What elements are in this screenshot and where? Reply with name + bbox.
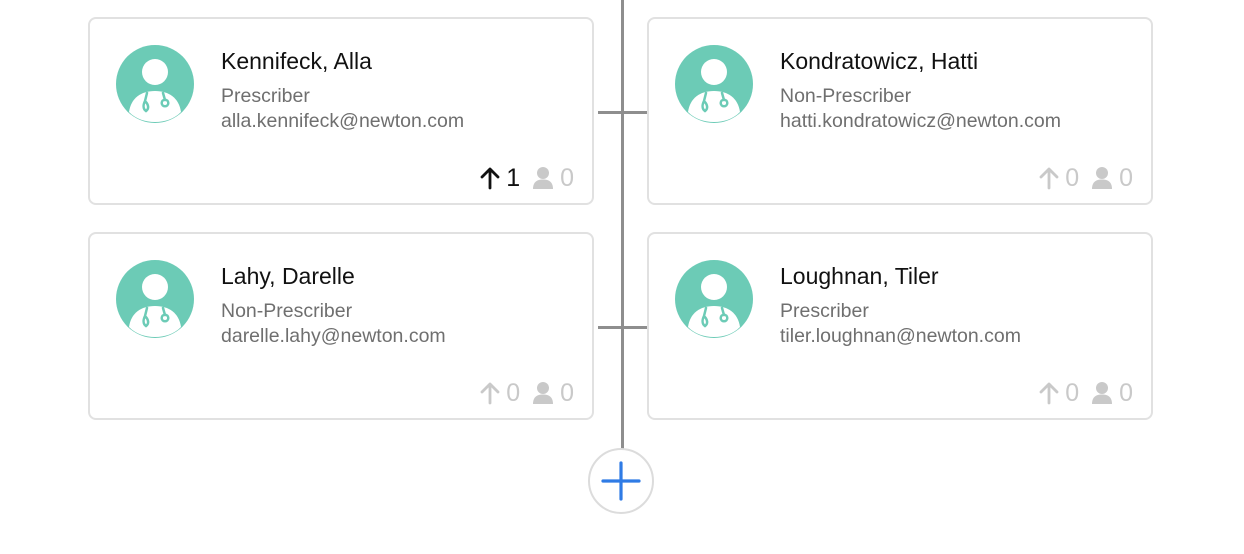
add-member-button[interactable] (588, 448, 654, 514)
member-name: Kennifeck, Alla (221, 48, 372, 74)
member-card[interactable]: Lahy, Darelle Non-Prescriber darelle.lah… (88, 232, 594, 420)
doctor-avatar-icon (675, 45, 753, 123)
member-name: Lahy, Darelle (221, 263, 355, 289)
member-email: tiler.loughnan@newton.com (780, 325, 1021, 347)
member-stats: 0 0 (1039, 378, 1133, 408)
member-role: Prescriber (221, 85, 310, 107)
person-icon (533, 382, 554, 404)
upline-count-value: 0 (506, 378, 521, 407)
upline-count-value: 1 (506, 163, 521, 192)
arrow-up-icon (1039, 167, 1059, 190)
member-role: Non-Prescriber (780, 85, 912, 107)
upline-count: 0 (1039, 163, 1080, 192)
member-name: Loughnan, Tiler (780, 263, 939, 289)
upline-count-value: 0 (1065, 378, 1080, 407)
member-card[interactable]: Loughnan, Tiler Prescriber tiler.loughna… (647, 232, 1153, 420)
member-card[interactable]: Kennifeck, Alla Prescriber alla.kennifec… (88, 17, 594, 205)
upline-count: 0 (480, 378, 521, 407)
plus-icon (601, 461, 641, 501)
member-stats: 0 0 (480, 378, 574, 408)
people-count-value: 0 (560, 163, 574, 192)
member-role: Prescriber (780, 300, 869, 322)
branch-connector-row-2 (598, 326, 648, 329)
member-stats: 1 0 (480, 163, 574, 193)
member-stats: 0 0 (1039, 163, 1133, 193)
arrow-up-icon (480, 382, 500, 405)
people-count: 0 (1091, 378, 1133, 407)
people-count: 0 (532, 378, 574, 407)
person-icon (1092, 382, 1113, 404)
people-count-value: 0 (560, 378, 574, 407)
people-count: 0 (532, 163, 574, 192)
doctor-avatar-icon (675, 260, 753, 338)
member-name: Kondratowicz, Hatti (780, 48, 979, 74)
people-count-value: 0 (1119, 163, 1133, 192)
upline-count-value: 0 (1065, 163, 1080, 192)
member-role: Non-Prescriber (221, 300, 353, 322)
people-count: 0 (1091, 163, 1133, 192)
doctor-avatar-icon (116, 45, 194, 123)
tree-trunk-line (621, 0, 624, 450)
member-card[interactable]: Kondratowicz, Hatti Non-Prescriber hatti… (647, 17, 1153, 205)
member-email: darelle.lahy@newton.com (221, 325, 446, 347)
member-email: hatti.kondratowicz@newton.com (780, 110, 1062, 132)
member-email: alla.kennifeck@newton.com (221, 110, 465, 132)
doctor-avatar-icon (116, 260, 194, 338)
upline-count: 1 (480, 163, 521, 192)
person-icon (1092, 167, 1113, 189)
arrow-up-icon (1039, 382, 1059, 405)
branch-connector-row-1 (598, 111, 648, 114)
upline-count: 0 (1039, 378, 1080, 407)
arrow-up-icon (480, 167, 500, 190)
person-icon (533, 167, 554, 189)
people-count-value: 0 (1119, 378, 1133, 407)
